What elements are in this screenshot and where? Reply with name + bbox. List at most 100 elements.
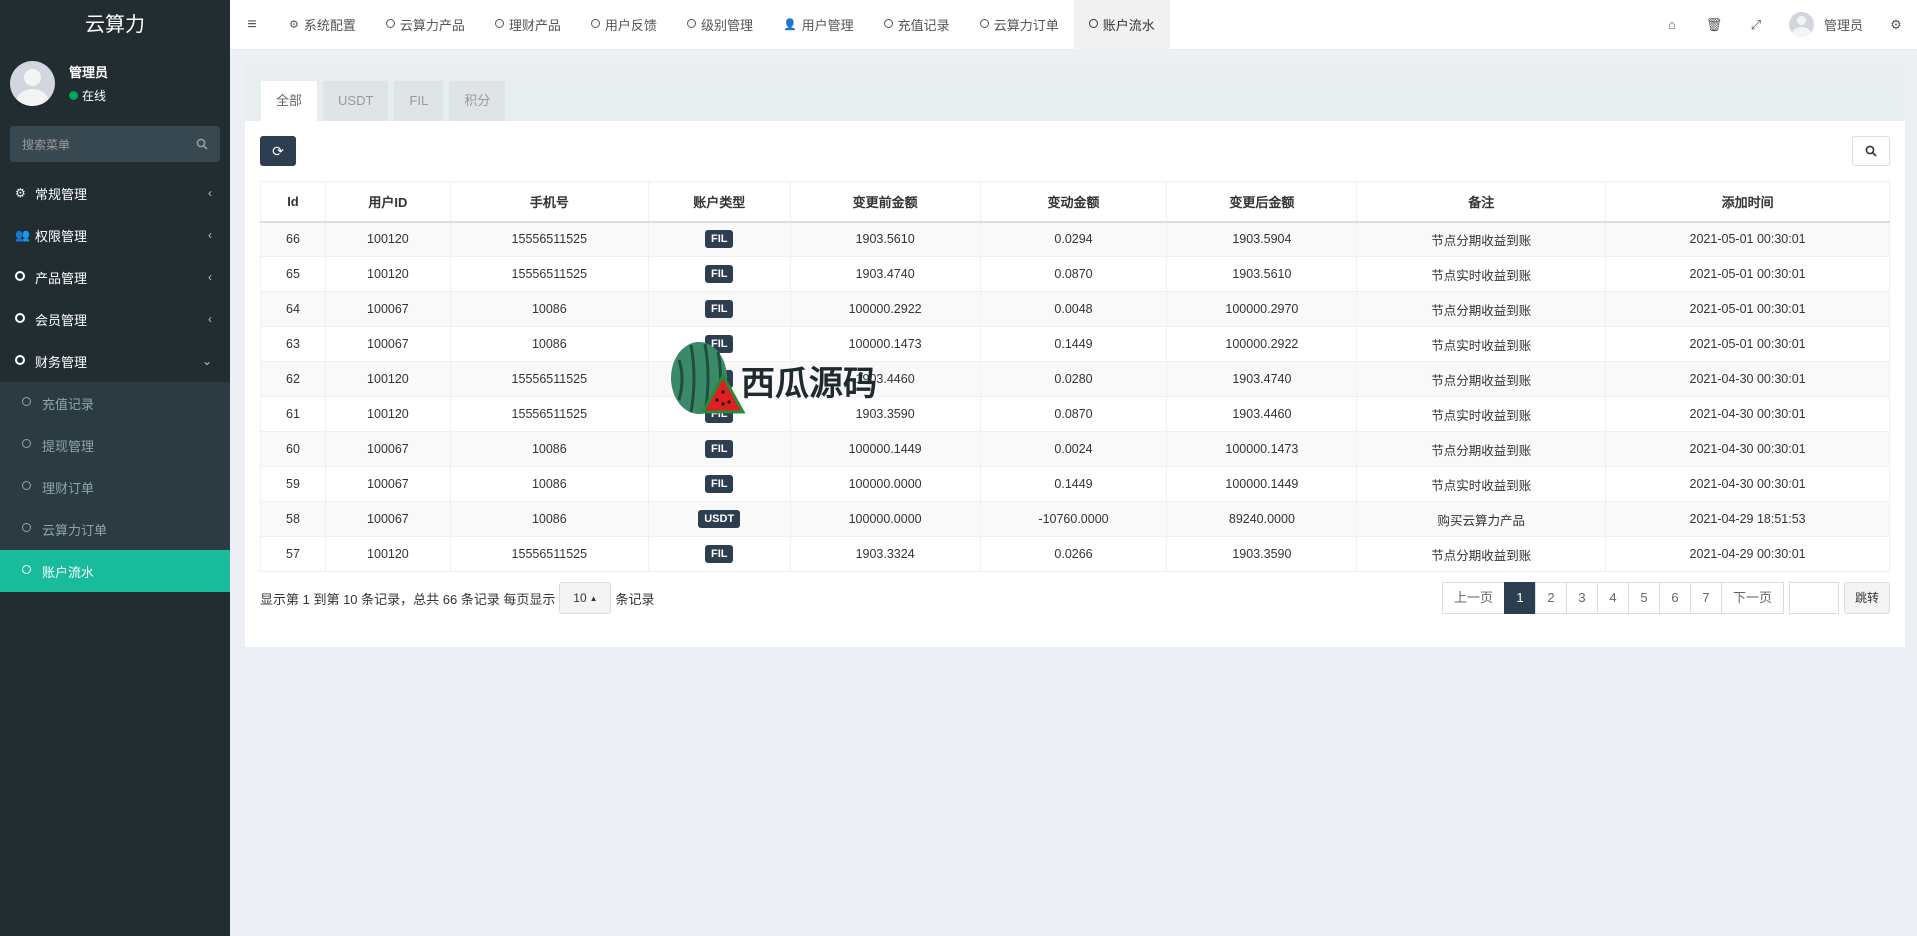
search-icon[interactable] [196,138,208,150]
tab-cloud-products[interactable]: 云算力产品 [371,0,480,50]
table-row[interactable]: 64 100067 10086 FIL 100000.2922 0.0048 100000.… [260,291,1890,327]
tab-user-management[interactable]: 👤 用户管理 [768,0,869,50]
table-cell: 0.0870 [979,256,1168,292]
account-flow-table: Id 用户ID 手机号 账户类型 变更前金额 变动金额 变更后金额 备注 添加时间 66 1001… [260,181,1890,572]
table-row[interactable]: 60 100067 10086 FIL 100000.1449 0.0024 100000.… [260,431,1890,467]
table-cell: 2021-05-01 00:30:01 [1605,291,1890,327]
column-header[interactable]: 备注 [1356,181,1607,223]
tab-system-config[interactable]: ⚙ 系统配置 [274,0,371,50]
table-cell: 15556511525 [449,221,649,257]
table-row[interactable]: 58 100067 10086 USDT 100000.0000 -10760.0000 8… [260,501,1890,537]
user-menu[interactable]: 管理员 [1777,12,1875,37]
sidebar-search-input[interactable]: 搜索菜单 [10,126,220,162]
sidebar-item-products[interactable]: 产品管理 ‹ [0,256,230,298]
page-button[interactable]: 3 [1565,582,1598,614]
home-icon[interactable]: ⌂ [1651,17,1693,32]
search-button[interactable] [1852,136,1890,166]
sidebar-subitem-withdraw[interactable]: 提现管理 [0,424,230,466]
jump-page-input[interactable] [1788,582,1839,614]
user-name: 管理员 [69,65,109,80]
caret-up-icon: ▲ [589,593,598,603]
sidebar-subitem-label: 提现管理 [42,438,95,454]
table-cell: 57 [260,536,326,572]
tab-fil[interactable]: FIL [394,81,444,121]
column-header[interactable]: 变动金额 [979,181,1168,223]
table-cell: 1903.4740 [1166,361,1358,397]
column-header[interactable]: 添加时间 [1605,181,1890,223]
sidebar-item-members[interactable]: 会员管理 ‹ [0,298,230,340]
table-cell: 15556511525 [449,536,649,572]
table-cell: 64 [260,291,326,327]
sidebar-item-permissions[interactable]: 👥 权限管理 ‹ [0,214,230,256]
page-button[interactable]: 7 [1689,582,1722,614]
column-header[interactable]: 用户ID [324,181,451,223]
tab-account-flow[interactable]: 账户流水 [1073,0,1170,50]
jump-button[interactable]: 跳转 [1843,582,1890,614]
page-button[interactable]: 2 [1534,582,1567,614]
table-cell: 100067 [324,501,451,537]
tab-usdt[interactable]: USDT [323,81,389,121]
table-row[interactable]: 59 100067 10086 FIL 100000.0000 0.1449 100000.… [260,466,1890,502]
sidebar-subitem-account-flow[interactable]: 账户流水 [0,550,230,592]
column-header[interactable]: 手机号 [449,181,649,223]
fullscreen-icon[interactable]: ⤢ [1735,17,1777,33]
users-icon: 👥 [15,228,30,242]
table-cell: 100067 [324,291,451,327]
column-header[interactable]: 账户类型 [647,181,791,223]
page-button[interactable]: 4 [1596,582,1629,614]
table-cell: 1903.3590 [1166,536,1358,572]
tab-recharge-records[interactable]: 充值记录 [869,0,965,50]
table-cell: 66 [260,221,326,257]
tab-cloud-orders[interactable]: 云算力订单 [965,0,1074,50]
table-cell: 100000.2970 [1166,291,1358,327]
table-cell: 15556511525 [449,396,649,432]
page-size-dropdown[interactable]: 10 ▲ [559,582,612,614]
sidebar-subitem-cloud-orders[interactable]: 云算力订单 [0,508,230,550]
table-cell: 0.1449 [979,326,1168,362]
table-row[interactable]: 63 100067 10086 FIL 100000.1473 0.1449 100000.… [260,326,1890,362]
tab-all[interactable]: 全部 [261,81,318,121]
table-cell: 100000.0000 [789,466,981,502]
refresh-button[interactable]: ⟳ [260,136,296,166]
tab-finance-products[interactable]: 理财产品 [480,0,576,50]
table-row[interactable]: 61 100120 15556511525 FIL 1903.3590 0.0870 190… [260,396,1890,432]
circle-icon [22,523,42,535]
app-logo[interactable]: 云算力 [0,0,230,50]
table-cell: 15556511525 [449,256,649,292]
table-cell: FIL [647,431,791,467]
column-header[interactable]: 变更后金额 [1166,181,1358,223]
tab-level-management[interactable]: 级别管理 [672,0,768,50]
sidebar-subitem-recharge[interactable]: 充值记录 [0,382,230,424]
column-header[interactable]: Id [260,181,326,223]
sidebar-item-general[interactable]: ⚙ 常规管理 ‹ [0,172,230,214]
user-menu-label: 管理员 [1823,18,1863,33]
table-cell: 100000.1473 [1166,431,1358,467]
page-button[interactable]: 5 [1627,582,1660,614]
circle-icon [22,565,42,577]
prev-page-button[interactable]: 上一页 [1441,582,1505,614]
table-row[interactable]: 6210012015556511525FIL1903.44600.0280190… [260,361,1890,397]
sidebar-subitem-finance-orders[interactable]: 理财订单 [0,466,230,508]
circle-icon [22,439,42,451]
chevron-left-icon: ‹ [208,270,212,284]
cogs-icon[interactable]: ⚙ [1875,17,1917,33]
table-row[interactable]: 65 100120 15556511525 FIL 1903.4740 0.0870 190… [260,256,1890,292]
tab-label: 理财产品 [508,18,561,33]
table-cell: 2021-04-30 00:30:01 [1605,431,1890,467]
table-cell: 100000.2922 [789,291,981,327]
table-row[interactable]: 57 100120 15556511525 FIL 1903.3324 0.0266 190… [260,536,1890,572]
tab-user-feedback[interactable]: 用户反馈 [576,0,672,50]
next-page-button[interactable]: 下一页 [1720,582,1784,614]
page-button[interactable]: 6 [1658,582,1691,614]
menu-toggle-icon[interactable]: ≡ [230,16,274,34]
table-cell: 节点分期收益到账 [1356,221,1607,257]
tab-points[interactable]: 积分 [449,81,506,121]
page-button[interactable]: 1 [1503,582,1536,614]
column-header[interactable]: 变更前金额 [789,181,981,223]
watermelon-logo-icon [671,342,745,414]
table-cell: 0.0870 [979,396,1168,432]
trash-icon[interactable]: 🗑 [1693,17,1735,33]
table-cell: 1903.5610 [1166,256,1358,292]
table-row[interactable]: 66 100120 15556511525 FIL 1903.5610 0.0294 190… [260,221,1890,257]
sidebar-item-finance[interactable]: 财务管理 ⌄ [0,340,230,382]
